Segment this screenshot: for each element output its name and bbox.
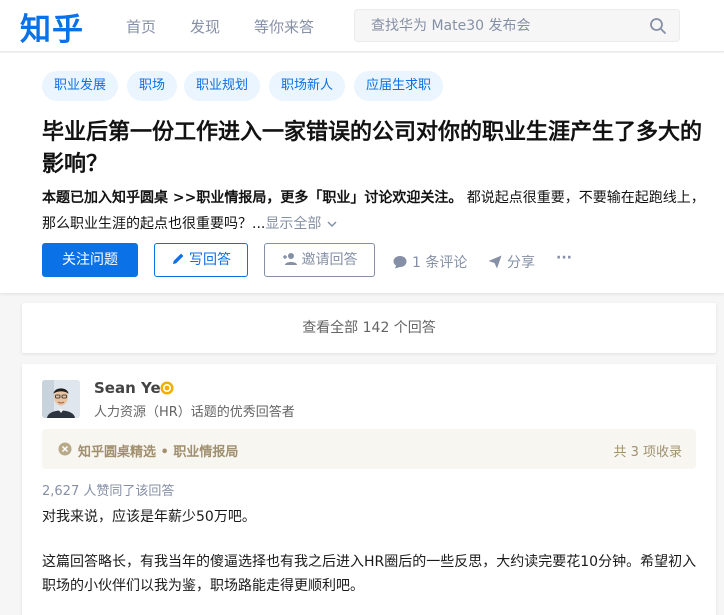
- zhihu-logo[interactable]: 知乎: [20, 4, 84, 49]
- comments-label: 1 条评论: [412, 255, 468, 271]
- question-title: 毕业后第一份工作进入一家错误的公司对你的职业生涯产生了多大的影响？: [42, 120, 703, 177]
- chevron-down-icon: [327, 221, 337, 228]
- comment-icon: [393, 256, 407, 269]
- follow-question-button[interactable]: 关注问题: [42, 243, 138, 277]
- add-user-icon: [282, 253, 297, 265]
- topic-tag[interactable]: 应届生求职: [354, 71, 444, 101]
- comments-button[interactable]: 1 条评论: [392, 252, 467, 272]
- search-input[interactable]: [355, 10, 645, 41]
- excellent-answerer-badge-icon[interactable]: [160, 381, 174, 395]
- vote-count: 2,627 人赞同了该回答: [42, 484, 175, 499]
- user-avatar-icon: [42, 380, 80, 418]
- roundtable-suffix: ，更多「职业」讨论欢迎关注。: [266, 190, 463, 206]
- author-description: 人力资源（HR）话题的优秀回答者: [94, 405, 295, 420]
- more-options-button[interactable]: ···: [556, 250, 572, 266]
- question-card: 职业发展 职场 职业规划 职场新人 应届生求职 毕业后第一份工作进入一家错误的公…: [0, 53, 724, 293]
- answer-paragraph: 这篇回答略长，有我当年的傻逼选择也有我之后进入HR圈后的一些反思，大约读完要花1…: [42, 554, 697, 594]
- author-name[interactable]: Sean Ye: [94, 379, 161, 397]
- top-bar: 知乎 首页 发现 等你来答: [0, 0, 724, 52]
- question-description: 本题已加入知乎圆桌 >>职业情报局，更多「职业」讨论欢迎关注。 都说起点很重要，…: [42, 185, 707, 237]
- search-box: [354, 9, 680, 42]
- show-all-label: 显示全部: [265, 216, 322, 232]
- share-button[interactable]: 分享: [487, 252, 535, 272]
- roundtable-collection-bar[interactable]: 知乎圆桌精选 • 职业情报局 共 3 项收录: [42, 429, 696, 469]
- topic-tag[interactable]: 职业发展: [42, 71, 119, 101]
- show-all-button[interactable]: 显示全部: [265, 216, 337, 232]
- view-all-answers-button[interactable]: 查看全部 142 个回答: [22, 303, 716, 353]
- nav-waiting-answers[interactable]: 等你来答: [254, 16, 314, 37]
- invite-answer-button[interactable]: 邀请回答: [264, 243, 375, 277]
- roundtable-link[interactable]: 职业情报局: [196, 190, 266, 206]
- invite-answer-label: 邀请回答: [301, 252, 358, 268]
- share-label: 分享: [507, 255, 535, 271]
- collection-count: 共 3 项收录: [613, 445, 682, 460]
- search-icon[interactable]: [649, 17, 667, 35]
- write-answer-button[interactable]: 写回答: [154, 243, 248, 277]
- pencil-icon: [173, 253, 184, 264]
- nav-explore[interactable]: 发现: [190, 16, 220, 37]
- avatar[interactable]: [42, 380, 80, 418]
- answer-paragraph: 对我来说，应该是年薪少50万吧。: [42, 509, 256, 525]
- share-icon: [488, 255, 502, 269]
- roundtable-prefix: 本题已加入知乎圆桌 >>: [42, 190, 197, 206]
- topic-tag[interactable]: 职场新人: [269, 71, 346, 101]
- nav-home[interactable]: 首页: [126, 16, 156, 37]
- collection-text: 知乎圆桌精选 • 职业情报局: [78, 445, 239, 460]
- collection-badge-icon: [58, 442, 72, 456]
- topic-tag[interactable]: 职业规划: [184, 71, 261, 101]
- answer-card: Sean Ye 人力资源（HR）话题的优秀回答者 知乎圆桌精选 • 职业情报局 …: [22, 364, 716, 615]
- topic-tag[interactable]: 职场: [127, 71, 178, 101]
- write-answer-label: 写回答: [189, 252, 231, 268]
